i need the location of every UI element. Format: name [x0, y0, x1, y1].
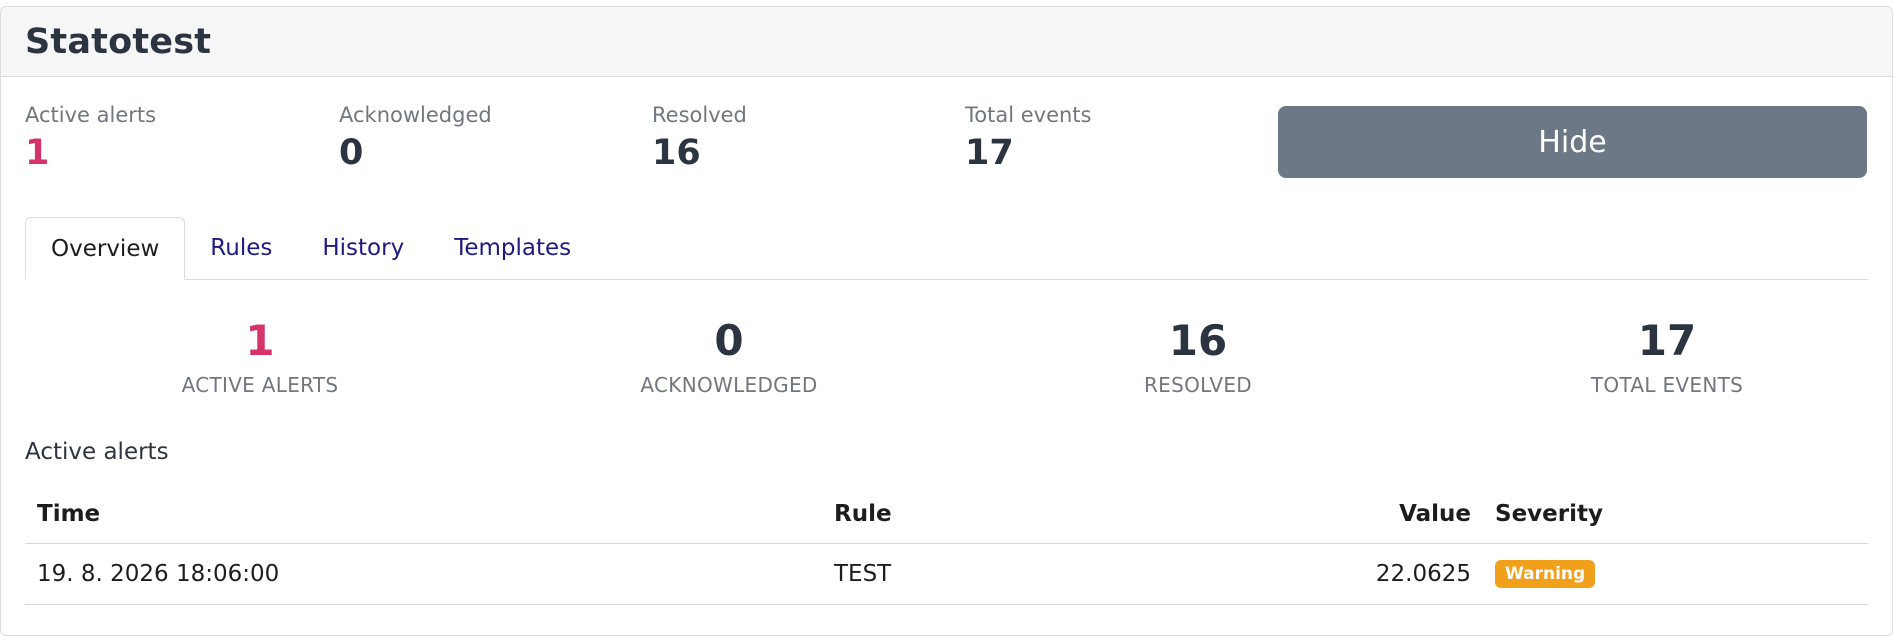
tab-bar: Overview Rules History Templates [25, 217, 1868, 280]
stat-total-events: Total events 17 [965, 103, 1091, 173]
column-header-time[interactable]: Time [25, 485, 822, 544]
tab-rules[interactable]: Rules [185, 217, 297, 279]
stats-row: Active alerts 1 Acknowledged 0 Resolved … [25, 77, 1868, 217]
card-header: Statotest [1, 7, 1892, 77]
cell-time: 19. 8. 2026 18:06:00 [25, 543, 822, 605]
tab-templates[interactable]: Templates [429, 217, 596, 279]
summary-total-events: 17 TOTAL EVENTS [1432, 316, 1892, 397]
stat-value: 17 [965, 133, 1014, 173]
column-header-severity[interactable]: Severity [1483, 485, 1868, 544]
cell-severity: Warning [1483, 543, 1868, 605]
summary-resolved: 16 RESOLVED [963, 316, 1433, 397]
stat-value: 16 [652, 133, 701, 173]
summary-acknowledged: 0 ACKNOWLEDGED [494, 316, 964, 397]
stat-label: Total events [965, 103, 1092, 127]
page-title: Statotest [25, 21, 212, 62]
column-header-rule[interactable]: Rule [822, 485, 1223, 544]
tab-history[interactable]: History [297, 217, 429, 279]
hide-button[interactable]: Hide [1278, 106, 1867, 178]
summary-label: RESOLVED [1143, 373, 1253, 397]
severity-badge: Warning [1495, 559, 1596, 588]
stat-value: 1 [25, 133, 50, 173]
summary-label: ACKNOWLEDGED [640, 373, 818, 397]
stat-label: Acknowledged [339, 103, 492, 127]
tab-overview[interactable]: Overview [25, 217, 186, 280]
alerts-table: Time Rule Value Severity 19. 8. 2026 18:… [25, 485, 1868, 605]
summary-value: 17 [1637, 316, 1697, 365]
stat-label: Resolved [652, 103, 747, 127]
table-header-row: Time Rule Value Severity [25, 485, 1868, 544]
stat-label: Active alerts [25, 103, 157, 127]
stat-resolved: Resolved 16 [652, 103, 747, 173]
summary-label: ACTIVE ALERTS [181, 373, 339, 397]
summary-value: 16 [1168, 316, 1228, 365]
stat-active-alerts: Active alerts 1 [25, 103, 156, 173]
summary-value: 0 [714, 316, 744, 365]
stat-acknowledged: Acknowledged 0 [339, 103, 492, 173]
summary-active-alerts: 1 ACTIVE ALERTS [25, 316, 495, 397]
alert-card: Statotest Active alerts 1 Acknowledged 0… [0, 6, 1893, 636]
cell-value: 22.0625 [1223, 543, 1483, 605]
card-body: Active alerts 1 Acknowledged 0 Resolved … [1, 77, 1892, 605]
summary-value: 1 [245, 316, 275, 365]
table-row[interactable]: 19. 8. 2026 18:06:00 TEST 22.0625 Warnin… [25, 543, 1868, 605]
cell-rule: TEST [822, 543, 1223, 605]
summary-row: 1 ACTIVE ALERTS 0 ACKNOWLEDGED 16 RESOLV… [25, 280, 1868, 445]
summary-label: TOTAL EVENTS [1590, 373, 1744, 397]
column-header-value[interactable]: Value [1223, 485, 1483, 544]
stat-value: 0 [339, 133, 364, 173]
